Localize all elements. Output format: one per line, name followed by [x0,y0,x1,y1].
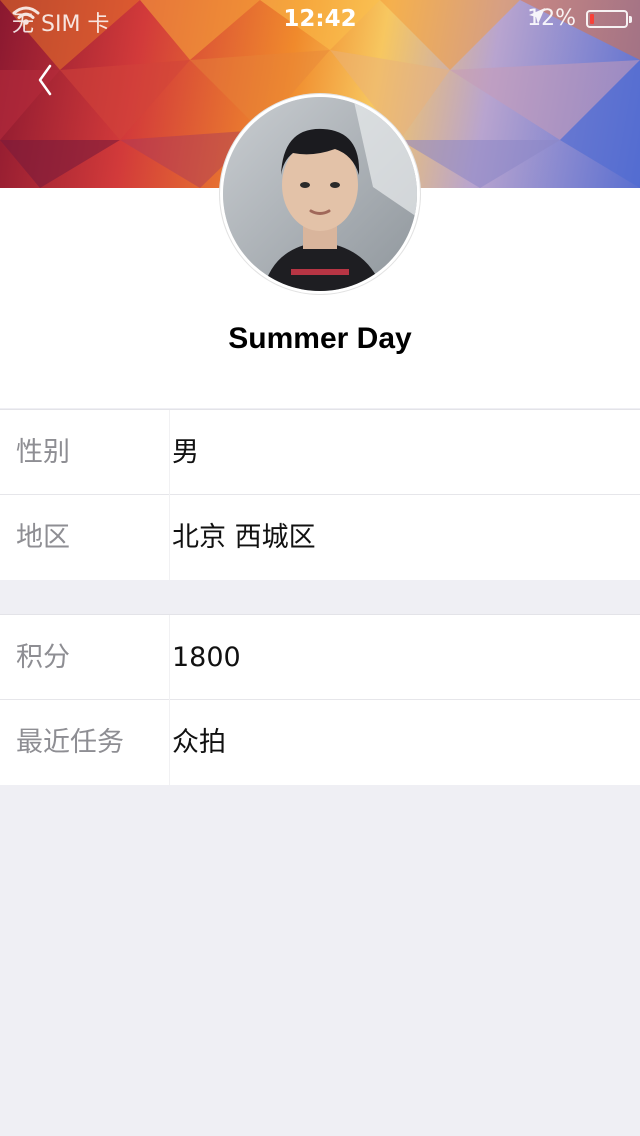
location-arrow-icon [529,8,546,24]
status-right-group: 12% [527,6,632,31]
row-recent-task[interactable]: 最近任务 众拍 [0,700,640,785]
row-divider [169,615,170,700]
avatar-portrait [223,97,417,291]
row-label: 最近任务 [16,727,124,758]
battery-level-fill [590,13,594,24]
row-divider [169,410,170,495]
row-label: 性别 [16,437,70,468]
battery-icon [586,9,632,28]
info-group-activity: 积分 1800 最近任务 众拍 [0,614,640,785]
user-name: Summer Day [228,322,412,355]
status-bar: 无 SIM 卡 12:42 12% [0,0,640,40]
row-value: 1800 [172,642,241,673]
row-value: 众拍 [172,727,226,758]
row-label: 地区 [16,522,70,553]
profile-screen: 无 SIM 卡 12:42 12% Summer Day 性别 男 地区 北京 … [0,0,640,1136]
row-gender[interactable]: 性别 男 [0,410,640,495]
chevron-left-icon [38,64,52,96]
row-label: 积分 [16,642,70,673]
row-points[interactable]: 积分 1800 [0,615,640,700]
info-group-basic: 性别 男 地区 北京 西城区 [0,409,640,580]
row-value: 男 [172,437,199,468]
back-button[interactable] [26,56,74,104]
row-region[interactable]: 地区 北京 西城区 [0,495,640,580]
row-divider [169,700,170,785]
row-divider [169,495,170,580]
row-value: 北京 西城区 [172,522,316,553]
avatar[interactable] [220,94,420,294]
